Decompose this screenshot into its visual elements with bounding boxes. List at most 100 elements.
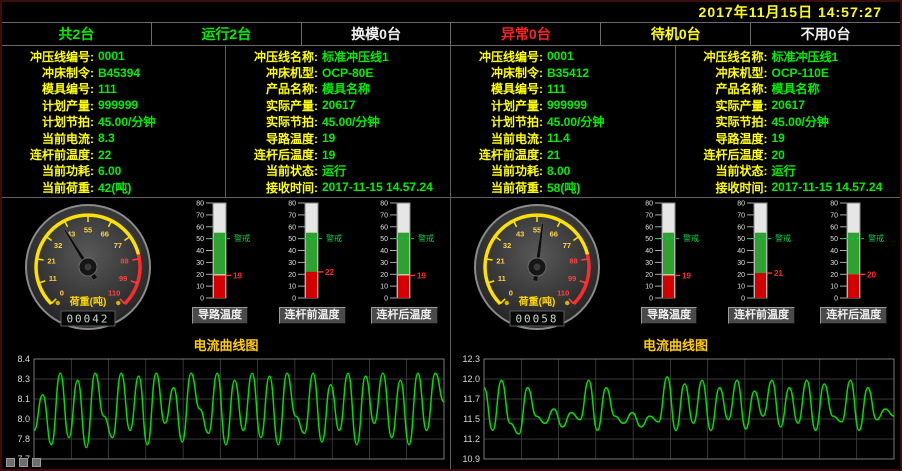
info-key: 计划节拍: [457,113,543,130]
info-key: 模具编号: [8,80,94,97]
info-key: 导路温度: [232,130,318,147]
thermo-value: 19 [682,271,691,280]
info-value: B45394 [98,66,140,80]
thermo-scale-label: 70 [288,212,296,219]
status-cell: 共2台 [2,23,152,45]
gauge-unit-label: 荷重(吨) [518,295,556,308]
thermo-scale-label: 30 [380,260,388,267]
info-value: 模具名称 [322,80,370,97]
info-key: 当前状态: [232,162,318,179]
thermo-scale-label: 50 [288,236,296,243]
warning-label: 警戒 [234,233,250,243]
info-row: 计划节拍:45.00/分钟 [457,114,675,130]
gauge-tick-label: 55 [533,226,541,235]
thermo-value: 22 [325,268,334,277]
taskbar-icon[interactable] [6,458,15,467]
thermo-label: 导路温度 [641,307,697,324]
machine2-thermometers: 01020304050607080警戒19导路温度010203040506070… [623,198,900,324]
info-value: 111 [547,82,566,96]
info-row: 当前状态:运行 [232,163,450,179]
thermo-label: 连杆前温度 [728,307,795,324]
info-key: 计划节拍: [8,113,94,130]
gauge-digital-value: 00042 [66,313,109,326]
info-row: 计划节拍:45.00/分钟 [8,114,225,130]
load-gauge: 0112132435566778899110荷重(吨)00042 [8,201,168,333]
info-key: 冲床机型: [232,64,318,81]
thermo-scale-label: 70 [645,212,653,219]
thermo-scale-label: 30 [830,260,838,267]
info-row: 当前功耗:8.00 [457,163,675,179]
taskbar-icon[interactable] [19,458,28,467]
thermo-scale-label: 80 [288,201,296,208]
info-row: 当前荷重:42(吨) [8,179,225,195]
info-row: 冲床机型:OCP-110E [682,64,901,80]
info-key: 实际节拍: [682,113,768,130]
thermo-scale-label: 30 [288,260,296,267]
info-value: 0001 [547,49,574,63]
info-key: 连杆前温度: [8,146,94,163]
info-row: 当前功耗:6.00 [8,163,225,179]
info-key: 产品名称: [682,80,768,97]
thermo-scale-label: 50 [380,236,388,243]
info-key: 冲压线名称: [682,48,768,65]
info-value: 21 [547,148,560,162]
gauge-tick-label: 99 [568,274,576,283]
thermo-scale-label: 70 [738,212,746,219]
thermo-scale-label: 80 [830,201,838,208]
info-key: 连杆后温度: [682,146,768,163]
warning-label: 警戒 [418,233,434,243]
info-key: 计划产量: [457,97,543,114]
gauge-tick-label: 88 [569,257,577,266]
info-key: 连杆后温度: [232,146,318,163]
machine1-info-right: 冲压线名称:标准冲压线1冲床机型:OCP-80E产品名称:模具名称实际产量:20… [226,46,450,197]
info-key: 冲压线名称: [232,48,318,65]
info-value: 999999 [547,98,587,112]
status-bar: 共2台运行2台换模0台异常0台待机0台不用0台 [2,22,900,46]
chart-title: 电流曲线图 [193,338,258,353]
y-axis-label: 12.3 [462,354,480,364]
info-value: 58(吨) [547,179,580,196]
gauge-tick-label: 77 [563,241,571,250]
thermo-scale-label: 70 [830,212,838,219]
y-axis-label: 10.9 [462,454,480,464]
thermo-scale-label: 10 [830,284,838,291]
gauge-tick-label: 43 [516,230,524,239]
gauge-tick-label: 0 [509,289,513,298]
info-value: 19 [322,148,335,162]
thermometer: 01020304050607080警戒22连杆前温度 [269,200,355,324]
thermo-scale-label: 0 [649,296,653,303]
y-axis-label: 11.7 [463,394,480,404]
thermo-scale-label: 70 [380,212,388,219]
gauge-tick-label: 0 [60,289,64,298]
thermo-scale-label: 40 [196,248,204,255]
info-row: 模具编号:111 [457,81,675,97]
thermo-label: 导路温度 [192,307,248,324]
thermo-scale-label: 80 [645,201,653,208]
info-value: 20617 [772,98,805,112]
info-key: 当前状态: [682,162,768,179]
info-value: OCP-110E [772,66,829,80]
gauge-tick-label: 77 [114,241,122,250]
info-row: 产品名称:模具名称 [682,81,901,97]
info-row: 冲压线编号:0001 [8,48,225,64]
info-key: 实际产量: [682,97,768,114]
system-tray [6,458,41,467]
thermometer: 01020304050607080警戒19导路温度 [626,200,712,324]
thermo-scale-label: 60 [196,224,204,231]
gauge-tick-label: 110 [557,289,569,298]
info-key: 计划产量: [8,97,94,114]
info-value: 8.3 [98,131,115,145]
thermo-fill [306,272,317,298]
info-row: 实际产量:20617 [232,97,450,113]
y-axis-label: 8.1 [17,394,30,404]
thermo-scale-label: 10 [738,284,746,291]
info-key: 冲压线编号: [457,48,543,65]
info-value: 19 [772,131,785,145]
info-value: 运行 [322,162,346,179]
thermo-scale-label: 20 [380,272,388,279]
machine1-chart-block: 电流曲线图 8.48.38.18.07.87.7 [2,338,450,469]
warning-label: 警戒 [775,233,791,243]
header-bar: 2017年11月15日 14:57:27 [2,2,900,22]
taskbar-icon[interactable] [32,458,41,467]
machine2-info-grid: 冲压线编号:0001冲床制令:B35412模具编号:111计划产量:999999… [451,46,900,198]
